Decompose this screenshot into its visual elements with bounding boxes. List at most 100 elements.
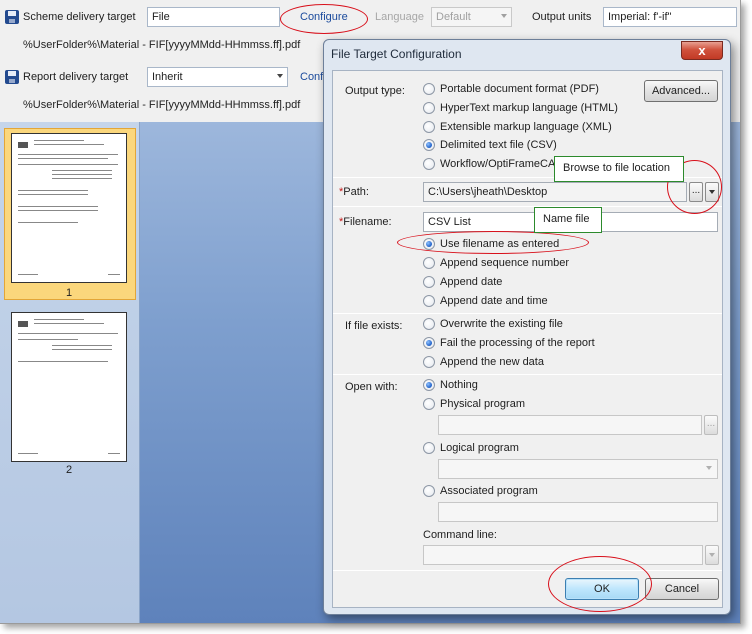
radio-label: Associated program (440, 485, 538, 497)
open-with-label: Open with: (345, 381, 398, 393)
radio-icon (423, 356, 435, 368)
radio-selected-icon (423, 337, 435, 349)
output-units-label: Output units (532, 11, 592, 23)
output-type-html-radio[interactable]: HyperText markup language (HTML) (423, 102, 618, 114)
annotation-oval-use-filename (397, 231, 589, 254)
output-type-pdf-radio[interactable]: Portable document format (PDF) (423, 83, 599, 95)
radio-icon (423, 121, 435, 133)
command-line-dropdown-button[interactable] (705, 545, 719, 565)
physical-program-input[interactable] (438, 415, 702, 435)
advanced-button[interactable]: Advanced... (644, 80, 718, 102)
radio-icon (423, 318, 435, 330)
open-with-physical-program-radio[interactable]: Physical program (423, 398, 525, 410)
chevron-down-icon (709, 553, 715, 557)
radio-icon (423, 257, 435, 269)
scheme-delivery-target-select[interactable]: File (147, 7, 280, 27)
page-thumbnail-2[interactable] (11, 312, 127, 462)
radio-icon (423, 442, 435, 454)
open-with-associated-program-radio[interactable]: Associated program (423, 485, 538, 497)
close-icon: x (698, 43, 706, 58)
radio-selected-icon (423, 139, 435, 151)
output-type-xml-radio[interactable]: Extensible markup language (XML) (423, 121, 612, 133)
report-delivery-target-label: Report delivery target (23, 71, 129, 83)
filename-label: *Filename: (339, 216, 392, 228)
chevron-down-icon (703, 459, 717, 479)
close-button[interactable]: x (681, 41, 723, 60)
output-units-value: Imperial: f'-if" (608, 11, 672, 23)
divider (333, 374, 722, 375)
dialog-title: File Target Configuration (331, 47, 462, 61)
radio-icon (423, 83, 435, 95)
divider (333, 570, 722, 571)
save-icon[interactable] (5, 70, 19, 84)
name-file-callout: Name file (534, 207, 602, 233)
report-delivery-target-select[interactable]: Inherit (147, 67, 288, 87)
radio-label: Logical program (440, 442, 519, 454)
dialog-body: Output type: Portable document format (P… (332, 70, 723, 608)
command-line-input[interactable] (423, 545, 703, 565)
append-new-data-radio[interactable]: Append the new data (423, 356, 544, 368)
radio-icon (423, 276, 435, 288)
radio-label: Append the new data (440, 356, 544, 368)
radio-label: Workflow/OptiFrameCA (440, 158, 556, 170)
save-icon[interactable] (5, 10, 19, 24)
logical-program-select[interactable] (438, 459, 718, 479)
associated-program-input[interactable] (438, 502, 718, 522)
path-input[interactable]: C:\Users\jheath\Desktop (423, 182, 687, 202)
output-type-workflow-radio[interactable]: Workflow/OptiFrameCA (423, 158, 555, 170)
radio-label: Extensible markup language (XML) (440, 121, 612, 133)
report-configure-link[interactable]: Confi (300, 71, 326, 83)
path-label: *Path: (339, 186, 369, 198)
report-delivery-target-value: Inherit (152, 71, 183, 83)
fail-processing-radio[interactable]: Fail the processing of the report (423, 337, 595, 349)
divider (333, 313, 722, 314)
path-label-text: Path: (343, 186, 369, 198)
radio-label: Overwrite the existing file (440, 318, 563, 330)
filename-label-text: Filename: (343, 216, 392, 228)
scheme-delivery-target-value: File (152, 11, 170, 23)
physical-program-browse-button[interactable]: ... (704, 415, 718, 435)
radio-label: Fail the processing of the report (440, 337, 595, 349)
radio-label: Append sequence number (440, 257, 570, 269)
page-number-2: 2 (65, 464, 73, 476)
radio-icon (423, 295, 435, 307)
output-type-csv-radio[interactable]: Delimited text file (CSV) (423, 139, 557, 151)
report-path-text: %UserFolder%\Material - FIF[yyyyMMdd-HHm… (23, 99, 301, 111)
open-with-nothing-radio[interactable]: Nothing (423, 379, 478, 391)
cancel-button[interactable]: Cancel (645, 578, 719, 600)
command-line-label: Command line: (423, 529, 497, 541)
radio-label: Append date (440, 276, 503, 288)
divider (333, 206, 722, 207)
open-with-logical-program-radio[interactable]: Logical program (423, 442, 519, 454)
language-value: Default (436, 11, 471, 23)
page-number-1: 1 (65, 287, 73, 299)
scheme-delivery-target-label: Scheme delivery target (23, 11, 136, 23)
language-select[interactable]: Default (431, 7, 512, 27)
append-date-radio[interactable]: Append date (423, 276, 502, 288)
radio-label: Nothing (440, 379, 478, 391)
file-target-configuration-dialog: File Target Configuration x Output type:… (323, 39, 731, 615)
chevron-down-icon (501, 14, 507, 18)
radio-selected-icon (423, 379, 435, 391)
annotation-oval-ok (548, 556, 652, 612)
append-sequence-number-radio[interactable]: Append sequence number (423, 257, 569, 269)
overwrite-existing-file-radio[interactable]: Overwrite the existing file (423, 318, 563, 330)
radio-label: Physical program (440, 398, 525, 410)
radio-label: Portable document format (PDF) (440, 83, 599, 95)
radio-icon (423, 158, 435, 170)
radio-label: HyperText markup language (HTML) (440, 102, 618, 114)
output-type-label: Output type: (345, 85, 405, 97)
browse-callout: Browse to file location (554, 156, 684, 182)
radio-icon (423, 398, 435, 410)
append-date-and-time-radio[interactable]: Append date and time (423, 295, 548, 307)
scheme-path-text: %UserFolder%\Material - FIF[yyyyMMdd-HHm… (23, 39, 301, 51)
if-file-exists-label: If file exists: (345, 320, 403, 332)
output-units-select[interactable]: Imperial: f'-if" (603, 7, 737, 27)
radio-label: Append date and time (440, 295, 548, 307)
radio-icon (423, 102, 435, 114)
page-thumbnail-1[interactable] (11, 133, 127, 283)
annotation-oval-configure (280, 4, 368, 34)
language-label: Language (375, 11, 424, 23)
chevron-down-icon (277, 74, 283, 78)
radio-label: Delimited text file (CSV) (440, 139, 557, 151)
